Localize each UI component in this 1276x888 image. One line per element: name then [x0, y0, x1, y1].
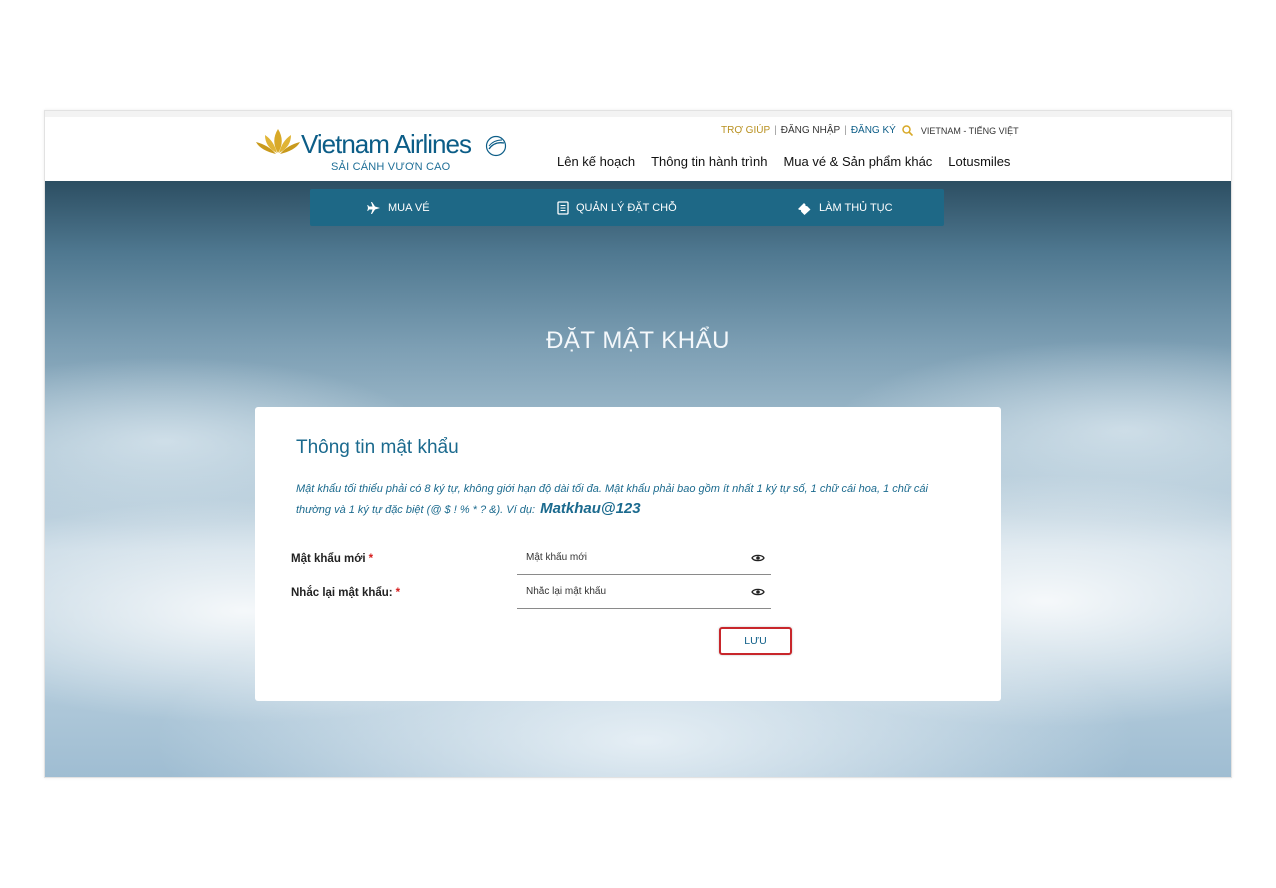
tab-manage-booking[interactable]: QUẢN LÝ ĐẶT CHỖ	[557, 189, 677, 226]
required-mark: *	[395, 587, 401, 599]
nav-plan[interactable]: Lên kế hoạch	[557, 154, 635, 169]
password-requirements-hint: Mật khẩu tối thiểu phải có 8 ký tự, khôn…	[296, 479, 966, 520]
nav-buy-tickets[interactable]: Mua vé & Sản phẩm khác	[783, 154, 932, 169]
sky-hero-background: MUA VÉ QUẢN LÝ ĐẶT CHỖ LÀM THỦ TỤC ĐẶT M…	[45, 181, 1231, 777]
main-nav: Lên kế hoạch Thông tin hành trình Mua vé…	[557, 154, 1026, 169]
divider: |	[774, 125, 777, 136]
confirm-password-label: Nhắc lại mật khẩu: *	[291, 587, 400, 599]
search-icon[interactable]	[902, 125, 913, 136]
show-password-eye-icon[interactable]	[751, 587, 765, 597]
site-header: Vietnam Airlines SẢI CÁNH VƯƠN CAO TRỢ G…	[45, 111, 1231, 181]
tab-check-in[interactable]: LÀM THỦ TỤC	[797, 189, 893, 226]
register-link[interactable]: ĐĂNG KÝ	[851, 125, 896, 136]
brand-name: Vietnam Airlines	[301, 129, 472, 159]
tab-label: LÀM THỦ TỤC	[819, 201, 893, 214]
skyteam-icon	[485, 135, 507, 157]
new-password-field	[517, 545, 771, 575]
booking-book-icon	[557, 200, 569, 215]
login-link[interactable]: ĐĂNG NHẬP	[781, 125, 840, 136]
page-title: ĐẶT MẬT KHẨU	[546, 327, 730, 354]
label-text: Nhắc lại mật khẩu:	[291, 587, 393, 599]
save-button[interactable]: LƯU	[719, 627, 792, 655]
vietnam-airlines-logo[interactable]: Vietnam Airlines SẢI CÁNH VƯƠN CAO	[255, 123, 515, 177]
show-password-eye-icon[interactable]	[751, 553, 765, 563]
label-text: Mật khẩu mới	[291, 553, 366, 565]
nav-lotusmiles[interactable]: Lotusmiles	[948, 154, 1010, 169]
new-password-input[interactable]	[524, 551, 728, 564]
divider: |	[844, 125, 847, 136]
confirm-password-field	[517, 579, 771, 609]
booking-tab-bar: MUA VÉ QUẢN LÝ ĐẶT CHỖ LÀM THỦ TỤC	[310, 189, 944, 226]
tab-label: QUẢN LÝ ĐẶT CHỖ	[576, 201, 677, 214]
help-link[interactable]: TRỢ GIÚP	[721, 125, 770, 136]
password-form-card: Thông tin mật khẩu Mật khẩu tối thiểu ph…	[255, 407, 1001, 701]
tab-buy-ticket[interactable]: MUA VÉ	[367, 189, 430, 226]
required-mark: *	[368, 553, 374, 565]
brand-slogan: SẢI CÁNH VƯƠN CAO	[331, 161, 451, 173]
new-password-label: Mật khẩu mới *	[291, 553, 373, 565]
ticket-icon	[798, 202, 811, 215]
language-selector[interactable]: VIETNAM - TIẾNG VIỆT	[921, 126, 1019, 136]
form-title: Thông tin mật khẩu	[296, 437, 459, 458]
hint-example: Matkhau@123	[540, 500, 641, 517]
lotus-logo-icon	[256, 129, 300, 154]
browser-viewport: Vietnam Airlines SẢI CÁNH VƯƠN CAO TRỢ G…	[44, 110, 1232, 778]
utility-links: TRỢ GIÚP | ĐĂNG NHẬP | ĐĂNG KÝ VIETNAM -…	[721, 125, 1019, 136]
nav-itinerary[interactable]: Thông tin hành trình	[651, 154, 767, 169]
confirm-password-input[interactable]	[524, 585, 728, 598]
tab-label: MUA VÉ	[388, 201, 430, 214]
plane-icon	[367, 201, 380, 214]
